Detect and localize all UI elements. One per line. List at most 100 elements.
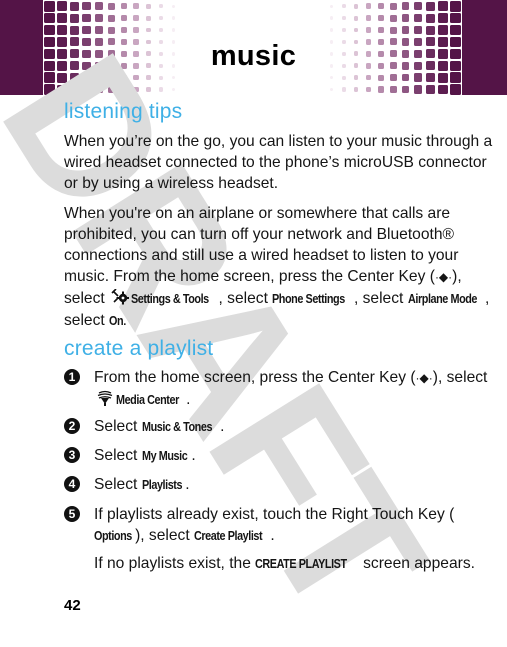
header-dot bbox=[158, 16, 163, 21]
header-dot bbox=[69, 13, 79, 23]
header-dot bbox=[329, 4, 333, 8]
step-text: Select Music & Tones. bbox=[94, 416, 494, 438]
listening-tips-paragraph-2: When you're on an airplane or somewhere … bbox=[64, 203, 494, 332]
header-dot bbox=[450, 1, 461, 12]
header-dot bbox=[341, 4, 346, 9]
header-dot bbox=[437, 13, 448, 24]
page-number: 42 bbox=[64, 597, 81, 614]
header-dot bbox=[120, 3, 127, 10]
header-dot bbox=[82, 13, 91, 23]
text: . bbox=[186, 391, 191, 408]
text: When you're on an airplane or somewhere … bbox=[64, 205, 459, 285]
media-center-icon bbox=[97, 390, 113, 406]
header-dot bbox=[437, 72, 448, 83]
header-dot bbox=[69, 25, 79, 35]
header-dot bbox=[401, 26, 410, 34]
text: If playlists already exist, touch the Ri… bbox=[94, 506, 455, 523]
header-dot bbox=[44, 12, 55, 24]
header-dot bbox=[171, 4, 175, 8]
header-dot bbox=[365, 3, 372, 10]
header-dot bbox=[401, 73, 410, 82]
header-dot bbox=[107, 2, 115, 10]
header-dot bbox=[353, 3, 359, 9]
step-number: 4 bbox=[64, 476, 80, 492]
header-dot bbox=[365, 15, 372, 21]
header-dot bbox=[413, 73, 423, 82]
header-dot bbox=[425, 25, 435, 35]
menu-label-playlists: Playlists bbox=[141, 478, 183, 492]
header-dot bbox=[329, 87, 333, 92]
header-dot bbox=[377, 26, 384, 34]
header-dot bbox=[329, 75, 333, 80]
header-dot bbox=[450, 72, 461, 83]
text: . bbox=[270, 527, 275, 544]
text: . bbox=[185, 476, 190, 493]
header-dot bbox=[146, 15, 151, 21]
header-dot bbox=[341, 16, 346, 21]
header-dot bbox=[44, 1, 55, 12]
header-dot bbox=[425, 73, 435, 83]
center-key-icon: ·◆· bbox=[434, 270, 453, 284]
menu-label-media-center: Media Center bbox=[116, 393, 179, 407]
header-dot bbox=[437, 84, 448, 95]
text: ), select bbox=[432, 369, 488, 386]
text: From the home screen, press the Center K… bbox=[94, 369, 416, 386]
section-title-listening-tips: listening tips bbox=[64, 100, 183, 123]
header-dot bbox=[425, 13, 435, 23]
menu-label-phone-settings: Phone Settings bbox=[272, 292, 346, 306]
text: Select bbox=[94, 447, 138, 464]
center-key-icon: ·◆· bbox=[415, 371, 433, 385]
header-dot bbox=[389, 74, 397, 82]
text: . bbox=[191, 447, 196, 464]
header-dot bbox=[413, 2, 423, 11]
header-dot bbox=[377, 86, 384, 93]
header-dot bbox=[171, 16, 175, 20]
header-dot bbox=[450, 12, 461, 24]
header-dot bbox=[56, 1, 67, 12]
header-dot bbox=[95, 26, 103, 34]
header-dot bbox=[425, 1, 435, 11]
header-dot bbox=[120, 15, 127, 22]
step-number: 3 bbox=[64, 447, 80, 463]
note-text: If no playlists exist, the CREATE PLAYLI… bbox=[94, 553, 494, 575]
header-dot bbox=[389, 14, 397, 22]
menu-label-create-playlist: Create Playlist bbox=[194, 529, 263, 543]
text: , select bbox=[353, 290, 404, 307]
softkey-label-options: Options bbox=[94, 529, 132, 543]
header-dot bbox=[158, 4, 163, 9]
header-dot bbox=[365, 74, 372, 81]
header-dot bbox=[95, 2, 103, 11]
step-text: From the home screen, press the Center K… bbox=[94, 367, 494, 411]
header-dot bbox=[401, 14, 410, 22]
text: . bbox=[220, 418, 225, 435]
header-dot bbox=[329, 28, 333, 32]
header-dot bbox=[158, 27, 163, 33]
header-dot bbox=[389, 2, 397, 10]
header-dot bbox=[82, 2, 91, 11]
section-title-create-playlist: create a playlist bbox=[64, 337, 214, 360]
header-dot bbox=[341, 27, 346, 33]
header-dot bbox=[450, 84, 461, 95]
menu-label-on: On bbox=[109, 314, 124, 328]
header-dot bbox=[107, 14, 115, 22]
header-dot bbox=[425, 85, 435, 95]
header-dot bbox=[133, 3, 139, 10]
header-dot bbox=[133, 15, 139, 21]
text: screen appears. bbox=[363, 555, 475, 572]
header-dot bbox=[377, 74, 384, 81]
header-dot bbox=[365, 86, 372, 93]
header-dot bbox=[365, 27, 372, 33]
header-dot bbox=[82, 25, 91, 35]
header-dot bbox=[56, 13, 67, 24]
step-text: If playlists already exist, touch the Ri… bbox=[94, 504, 494, 547]
header-dot bbox=[437, 1, 448, 12]
step-number: 5 bbox=[64, 506, 80, 522]
header-dot bbox=[450, 24, 461, 36]
header-dot bbox=[146, 3, 151, 9]
text: If no playlists exist, the bbox=[94, 555, 251, 572]
text: . bbox=[122, 312, 127, 329]
header-dot bbox=[413, 85, 423, 94]
header-dot bbox=[353, 27, 359, 33]
header-dot bbox=[401, 85, 410, 94]
header-dot bbox=[413, 13, 423, 23]
